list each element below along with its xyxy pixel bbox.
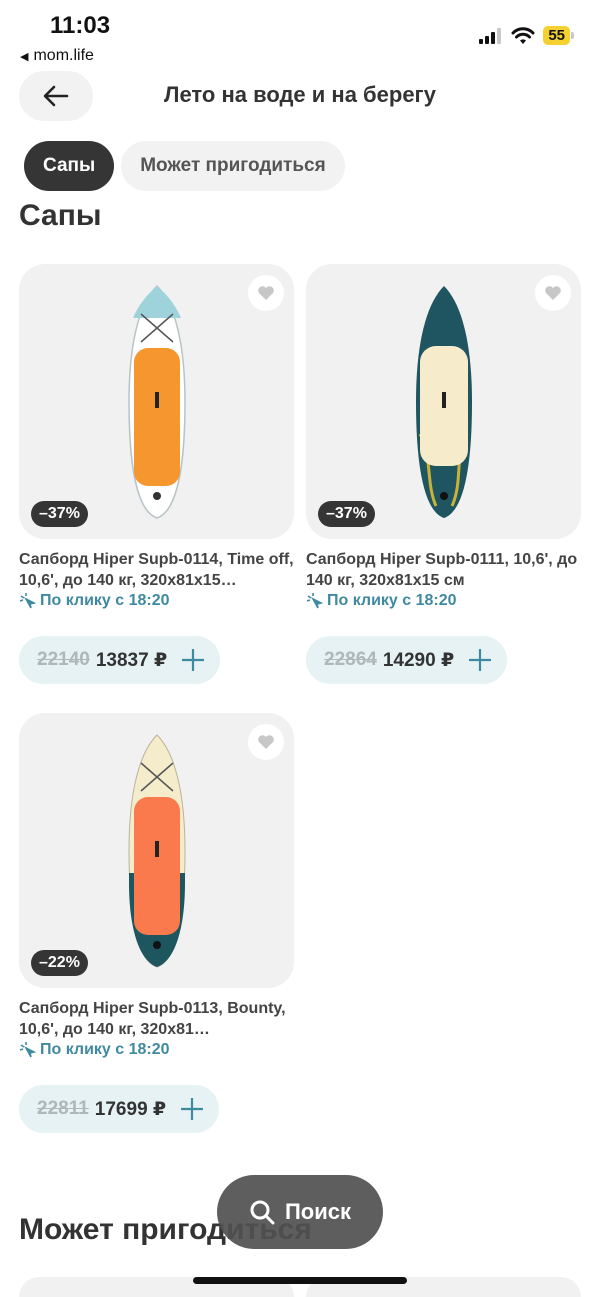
battery-indicator: 55	[543, 26, 574, 45]
favorite-button[interactable]	[535, 275, 571, 311]
click-sparkle-icon	[19, 1042, 37, 1058]
delivery-info: По клику с 18:20	[306, 592, 581, 610]
product-card[interactable]: –37% Сапборд Hiper Supb-0111, 10,6', до …	[306, 264, 581, 684]
section-title-saps: Сапы	[19, 199, 102, 232]
old-price: 22864	[324, 649, 377, 670]
product-name[interactable]: Сапборд Hiper Supb-0113, Bounty, 10,6', …	[19, 998, 294, 1040]
sup-board-image	[127, 284, 186, 519]
product-card[interactable]: –22% Сапборд Hiper Supb-0113, Bounty, 10…	[19, 713, 294, 1133]
back-triangle-icon: ◀	[20, 50, 29, 63]
discount-badge: –37%	[318, 501, 375, 527]
page-title: Лето на воде и на берегу	[0, 82, 600, 108]
home-indicator[interactable]	[193, 1277, 407, 1284]
add-to-cart-button[interactable]: 22811 17699 ₽	[19, 1085, 220, 1133]
cellular-signal-icon	[479, 27, 502, 44]
search-button[interactable]: Поиск	[217, 1175, 383, 1249]
delivery-text: По клику с 18:20	[40, 592, 170, 609]
add-to-cart-button[interactable]: 22140 13837 ₽	[19, 636, 221, 684]
wifi-icon	[511, 26, 535, 44]
heart-icon	[258, 735, 274, 749]
status-time: 11:03	[50, 12, 111, 39]
current-price: 13837 ₽	[95, 649, 168, 671]
sup-board-image	[415, 285, 472, 518]
discount-badge: –22%	[31, 950, 88, 976]
click-sparkle-icon	[306, 593, 324, 609]
plus-icon	[469, 649, 492, 671]
product-card[interactable]: –37% Сапборд Hiper Supb-0114, Time off, …	[19, 264, 294, 684]
product-name[interactable]: Сапборд Hiper Supb-0114, Time off, 10,6'…	[19, 549, 294, 591]
add-to-cart-button[interactable]: 22864 14290 ₽	[306, 636, 508, 684]
page-title-text: Лето на воде и на берегу	[164, 82, 436, 107]
search-label: Поиск	[284, 1199, 352, 1224]
search-icon	[250, 1200, 275, 1225]
plus-icon	[182, 649, 205, 671]
delivery-text: По клику с 18:20	[40, 1041, 170, 1058]
favorite-button[interactable]	[248, 275, 284, 311]
old-price: 22811	[37, 1098, 89, 1119]
delivery-info: По клику с 18:20	[19, 1041, 294, 1059]
discount-badge: –37%	[31, 501, 88, 527]
plus-icon	[181, 1098, 204, 1120]
tab-saps[interactable]: Сапы	[24, 141, 115, 191]
product-image[interactable]: –37%	[19, 264, 294, 539]
status-indicators: 55	[479, 26, 574, 45]
back-app-label: mom.life	[33, 47, 94, 64]
sup-board-image	[127, 733, 186, 968]
category-tabs: Сапы Может пригодиться	[24, 141, 345, 191]
product-image[interactable]: –37%	[306, 264, 581, 539]
product-name[interactable]: Сапборд Hiper Supb-0111, 10,6', до 140 к…	[306, 549, 581, 591]
old-price: 22140	[37, 649, 90, 670]
heart-icon	[258, 286, 274, 300]
delivery-text: По клику с 18:20	[327, 592, 457, 609]
heart-icon	[545, 286, 561, 300]
current-price: 14290 ₽	[382, 649, 455, 671]
product-image[interactable]: –22%	[19, 713, 294, 988]
tab-maybe-useful[interactable]: Может пригодиться	[121, 141, 345, 191]
favorite-button[interactable]	[248, 724, 284, 760]
delivery-info: По клику с 18:20	[19, 592, 294, 610]
back-to-app-link[interactable]: ◀ mom.life	[20, 47, 94, 65]
current-price: 17699 ₽	[94, 1098, 167, 1120]
click-sparkle-icon	[19, 593, 37, 609]
